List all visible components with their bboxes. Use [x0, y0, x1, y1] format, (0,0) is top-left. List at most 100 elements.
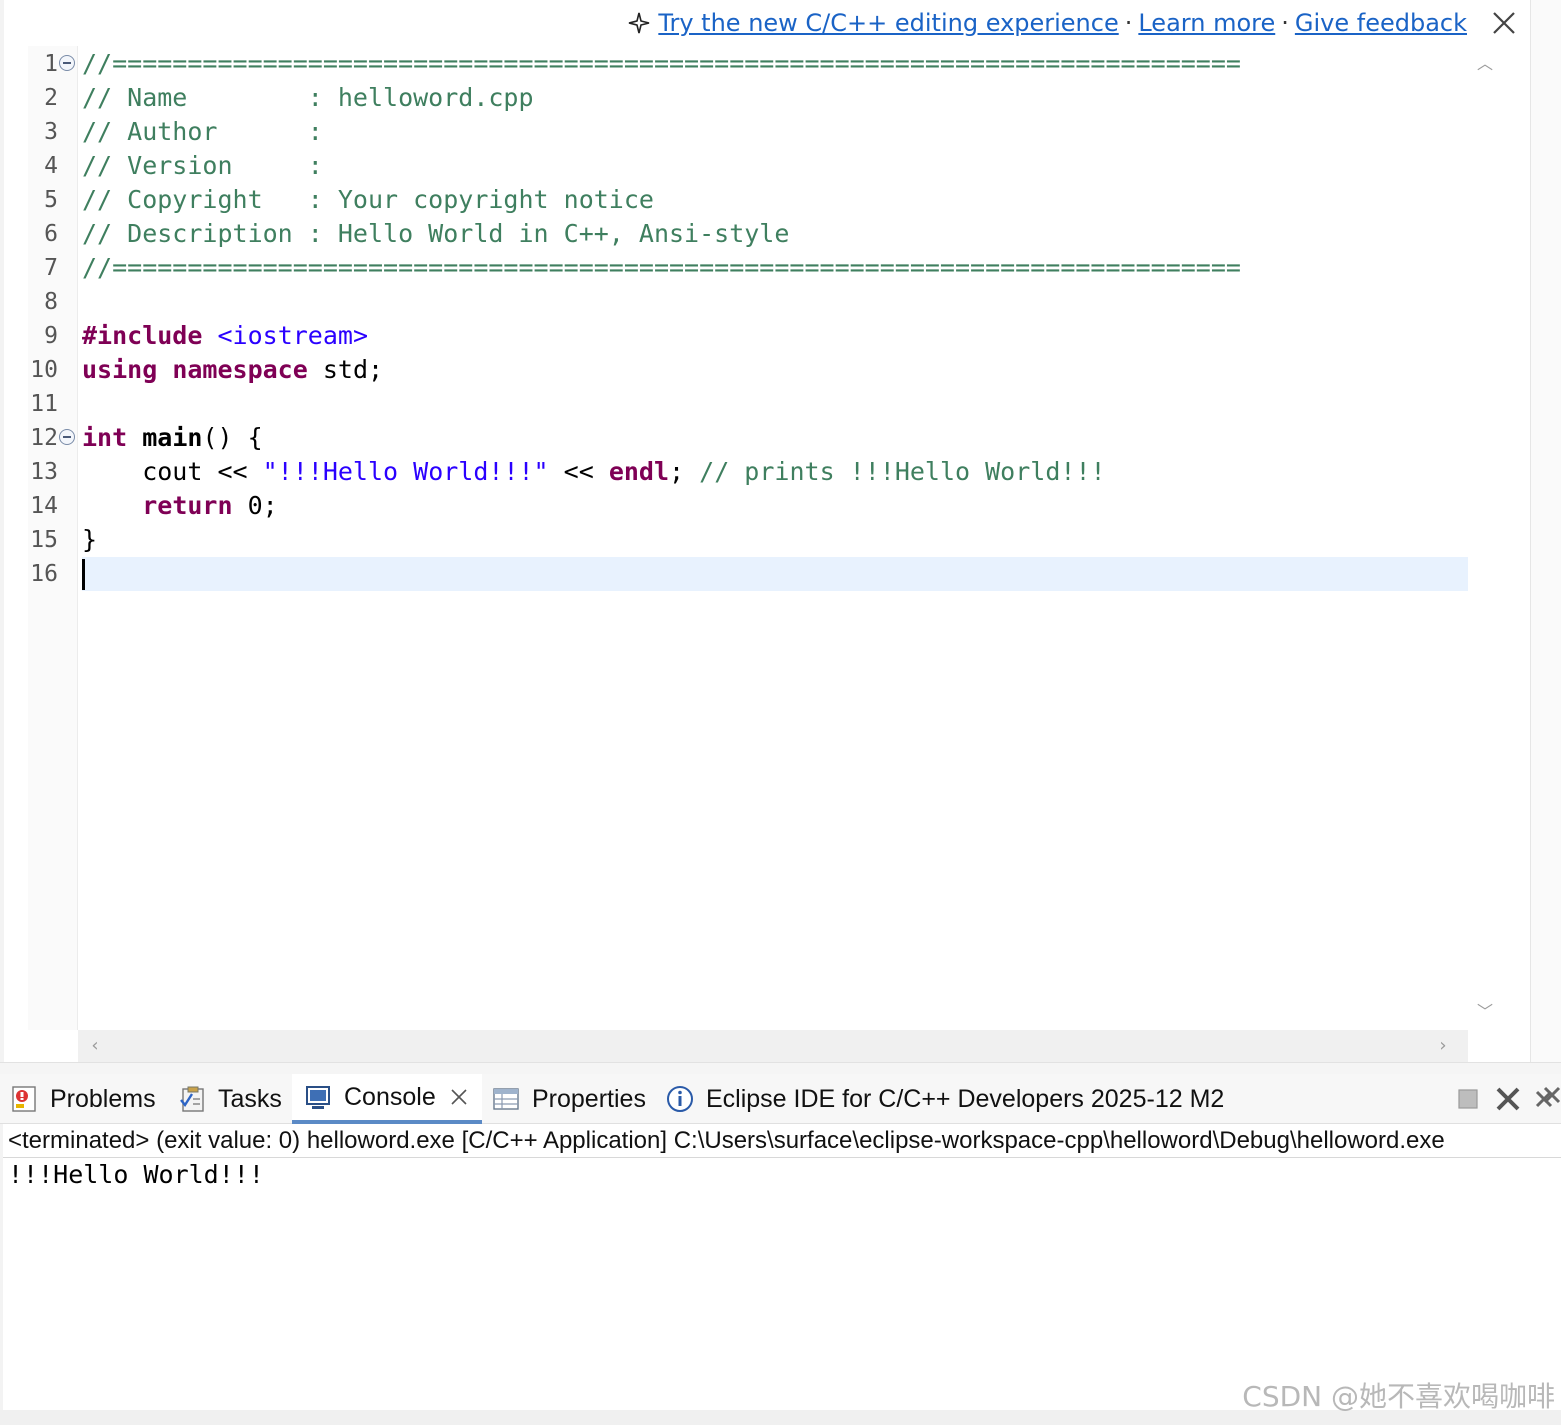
code-line: // Version :: [82, 149, 323, 183]
line-number: 8: [44, 289, 58, 315]
tab-console[interactable]: Console: [292, 1074, 482, 1124]
tasks-icon: [180, 1086, 204, 1112]
code-token: cout <<: [82, 457, 263, 486]
code-token: 0;: [232, 491, 278, 520]
line-number: 14: [30, 493, 58, 519]
line-number: 5: [44, 187, 58, 213]
code-token: //======================================…: [82, 49, 1241, 78]
code-line: #include <iostream>: [82, 319, 368, 353]
console-output-area[interactable]: !!!Hello World!!!: [0, 1158, 1561, 1410]
code-line: int main() {: [82, 421, 263, 455]
terminate-icon[interactable]: [1455, 1086, 1481, 1112]
scroll-right-arrow-icon[interactable]: ›: [1434, 1036, 1452, 1056]
watermark: CSDN @她不喜欢喝咖啡: [1242, 1380, 1555, 1413]
scroll-left-arrow-icon[interactable]: ‹: [86, 1036, 104, 1056]
properties-icon: [493, 1088, 519, 1110]
close-icon[interactable]: [450, 1088, 468, 1106]
code-line: // Author :: [82, 115, 323, 149]
code-line: return 0;: [82, 489, 278, 523]
code-token: }: [82, 525, 98, 554]
console-output-text: !!!Hello World!!!: [8, 1160, 264, 1189]
tab-properties[interactable]: Properties: [492, 1074, 646, 1124]
panel-toolbar: [1441, 1082, 1561, 1116]
scroll-down-arrow-icon[interactable]: ﹀: [1477, 1004, 1493, 1020]
remove-launch-icon[interactable]: [1495, 1086, 1521, 1112]
line-number: 10: [30, 357, 58, 383]
tab-console-label: Console: [344, 1082, 436, 1111]
code-token: // Author :: [82, 117, 323, 146]
try-new-editor-link[interactable]: Try the new C/C++ editing experience: [658, 9, 1118, 37]
code-token: ;: [669, 457, 700, 486]
code-token: // Description : Hello World in C++, Ans…: [82, 219, 790, 248]
code-token: endl: [608, 457, 670, 486]
tab-tasks[interactable]: Tasks: [178, 1074, 282, 1124]
code-line: // Copyright : Your copyright notice: [82, 183, 654, 217]
line-number: 11: [30, 391, 58, 417]
code-token: "!!!Hello World!!!": [262, 457, 549, 486]
editor-vertical-scrollbar[interactable]: ︿ ﹀: [1468, 46, 1502, 1030]
problems-icon: [12, 1086, 36, 1112]
text-caret: [82, 559, 85, 590]
sparkle-icon: [629, 12, 650, 34]
line-number: 4: [44, 153, 58, 179]
give-feedback-link[interactable]: Give feedback: [1295, 9, 1467, 37]
banner-message: Try the new C/C++ editing experience · Lea…: [628, 6, 1467, 40]
console-left-border: [0, 1124, 3, 1425]
fold-collapse-icon[interactable]: [59, 429, 75, 445]
code-token: using: [82, 355, 158, 384]
code-token: <<: [548, 457, 609, 486]
line-number: 6: [44, 221, 58, 247]
code-token: main: [142, 423, 203, 452]
code-line: //======================================…: [82, 251, 1241, 285]
editor-banner: Try the new C/C++ editing experience · Lea…: [0, 0, 1561, 46]
code-token: <iostream>: [217, 321, 368, 350]
tab-problems[interactable]: Problems: [10, 1074, 156, 1124]
code-token: std;: [307, 355, 384, 384]
code-line: // Name : helloword.cpp: [82, 81, 534, 115]
tab-about[interactable]: Eclipse IDE for C/C++ Developers 2025-12…: [666, 1074, 1224, 1124]
fold-collapse-icon[interactable]: [59, 55, 75, 71]
code-token: // Version :: [82, 151, 323, 180]
code-line: }: [82, 523, 97, 557]
line-number: 3: [44, 119, 58, 145]
line-number-gutter: 1 2 3 4 5 6 7 8 9 10 11 12 13 14 15 16: [28, 46, 78, 1030]
code-token: //======================================…: [82, 253, 1241, 282]
close-icon[interactable]: [1491, 10, 1517, 36]
line-number: 1: [44, 51, 58, 77]
line-number: 12: [30, 425, 58, 451]
code-token: // Copyright : Your copyright notice: [82, 185, 654, 214]
code-token: // Name : helloword.cpp: [82, 83, 534, 112]
tab-properties-label: Properties: [532, 1084, 646, 1113]
line-number: 13: [30, 459, 58, 485]
code-token: int: [82, 423, 128, 452]
code-line: using namespace std;: [82, 353, 383, 387]
code-line: cout << "!!!Hello World!!!" << endl; // …: [82, 455, 1105, 489]
line-number: 16: [30, 561, 58, 587]
console-status-line: <terminated> (exit value: 0) helloword.e…: [0, 1124, 1561, 1158]
tab-tasks-label: Tasks: [218, 1084, 282, 1113]
banner-separator: ·: [1124, 9, 1133, 37]
code-token: () {: [202, 423, 263, 452]
code-line: // Description : Hello World in C++, Ans…: [82, 217, 789, 251]
learn-more-link[interactable]: Learn more: [1138, 9, 1275, 37]
info-icon: [667, 1086, 693, 1112]
code-token: namespace: [172, 355, 308, 384]
code-line: //======================================…: [82, 47, 1241, 81]
line-number: 9: [44, 323, 58, 349]
code-editor[interactable]: 1 2 3 4 5 6 7 8 9 10 11 12 13 14 15 16 //==============…: [28, 46, 1503, 1030]
scroll-up-arrow-icon[interactable]: ︿: [1477, 56, 1493, 72]
editor-right-border: [1530, 0, 1561, 1062]
bottom-panel-tabbar: Problems Tasks Console Properties Eclips…: [0, 1074, 1561, 1124]
tab-problems-label: Problems: [50, 1084, 156, 1113]
code-token: #include: [82, 321, 203, 350]
code-area[interactable]: //======================================…: [82, 46, 1468, 1030]
editor-horizontal-scrollbar[interactable]: ‹ ›: [78, 1030, 1468, 1062]
line-number: 15: [30, 527, 58, 553]
tab-about-label: Eclipse IDE for C/C++ Developers 2025-12…: [706, 1084, 1225, 1113]
editor-left-border: [0, 0, 4, 1062]
remove-all-terminated-icon[interactable]: [1535, 1086, 1561, 1112]
